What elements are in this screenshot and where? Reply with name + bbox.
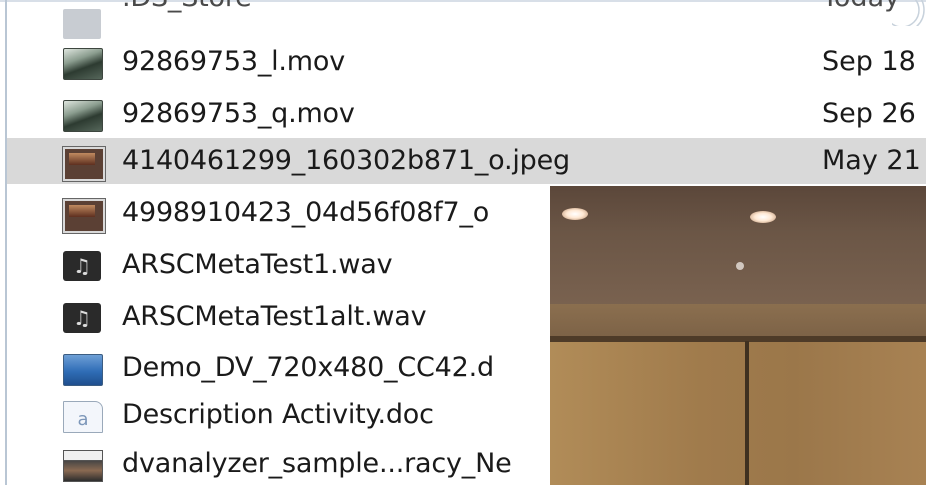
document-icon: a (63, 401, 103, 433)
file-name: ARSCMetaTest1alt.wav (122, 301, 427, 332)
video-icon (63, 450, 103, 482)
jpeg-icon (62, 198, 106, 234)
video-icon (63, 354, 103, 386)
audio-icon: ♫ (63, 251, 101, 281)
window-left-border (5, 0, 7, 485)
file-row-4140461299-jpeg[interactable]: 4140461299_160302b871_o.jpeg May 21 (7, 138, 926, 184)
movie-icon (63, 48, 103, 80)
preview-wall-seam (745, 341, 749, 485)
file-name: Demo_DV_720x480_CC42.d (122, 352, 494, 383)
file-name: 92869753_l.mov (122, 46, 346, 77)
ceiling-sprinkler (736, 262, 744, 270)
movie-icon (63, 100, 103, 132)
image-preview (550, 186, 926, 485)
file-name: 4998910423_04d56f08f7_o (122, 197, 490, 228)
file-name: 4140461299_160302b871_o.jpeg (122, 145, 570, 176)
preview-ceiling (550, 186, 926, 318)
corner-arc-decoration (892, 0, 925, 26)
file-date: Sep 18 (822, 46, 916, 77)
file-row-92869753-l-mov[interactable]: 92869753_l.mov Sep 18 (7, 39, 926, 85)
file-name: dvanalyzer_sample...racy_Ne (122, 448, 512, 479)
preview-wall (550, 336, 926, 485)
file-date: Today (822, 0, 900, 18)
file-date: Sep 26 (822, 98, 916, 129)
finder-window: .DS_Store Today 92869753_l.mov Sep 18 92… (0, 0, 926, 485)
file-name: ARSCMetaTest1.wav (122, 249, 393, 280)
file-name: 92869753_q.mov (122, 98, 355, 129)
file-date: May 21 (822, 145, 921, 176)
ceiling-light (562, 208, 588, 220)
file-row-92869753-q-mov[interactable]: 92869753_q.mov Sep 26 (7, 91, 926, 137)
ceiling-light (750, 211, 776, 223)
file-name: .DS_Store (122, 0, 252, 18)
file-name: Description Activity.doc (122, 399, 434, 430)
audio-icon: ♫ (63, 303, 101, 333)
ds-store-icon (63, 9, 101, 39)
jpeg-icon (62, 146, 106, 182)
preview-wall-trim (550, 336, 926, 342)
